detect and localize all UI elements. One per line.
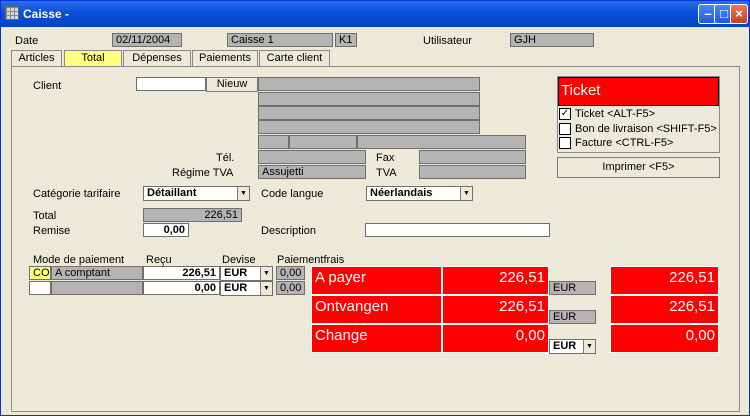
checkbox-icon[interactable] <box>559 123 571 136</box>
payment-row-1-frais: 0,00 <box>276 266 305 280</box>
category-select[interactable]: Détaillant ▼ <box>143 186 250 201</box>
language-select-value: Néerlandais <box>370 187 433 199</box>
change-total: 0,00 <box>610 324 719 353</box>
fax-label: Fax <box>376 152 395 164</box>
regime-tva-field: Assujetti <box>258 165 366 179</box>
window-title: Caisse - <box>23 7 70 21</box>
payment-row-1-code[interactable]: CO <box>29 266 51 280</box>
user-field: GJH <box>510 33 594 47</box>
caisse-window: Caisse - – □ × Date 02/11/2004 Caisse 1 … <box>0 0 750 416</box>
total-field: 226,51 <box>143 208 242 222</box>
user-label: Utilisateur <box>423 35 472 47</box>
payment-row-2-recu[interactable]: 0,00 <box>143 281 220 295</box>
chevron-down-icon: ▼ <box>460 187 472 200</box>
client-address-field-3 <box>258 120 480 134</box>
ticket-option-2-label: Bon de livraison <SHIFT-F5> <box>575 123 717 135</box>
remise-label: Remise <box>33 225 71 237</box>
payment-row-1-recu[interactable]: 226,51 <box>143 266 220 280</box>
tab-depenses[interactable]: Dépenses <box>123 50 191 67</box>
print-button[interactable]: Imprimer <F5> <box>557 157 720 178</box>
ticket-option-2[interactable]: Bon de livraison <SHIFT-F5> <box>559 123 717 137</box>
close-button[interactable]: × <box>730 4 748 24</box>
chevron-down-icon: ▼ <box>260 282 272 295</box>
change-currency-value: EUR <box>553 340 577 352</box>
ticket-option-3-label: Facture <CTRL-F5> <box>575 137 674 149</box>
payment-row-1-mode: A comptant <box>51 266 143 280</box>
ticket-option-1-label: Ticket <ALT-F5> <box>575 108 656 120</box>
tva-field <box>419 165 526 179</box>
payment-row-2-code[interactable] <box>29 281 51 295</box>
language-select[interactable]: Néerlandais ▼ <box>366 186 473 201</box>
a-payer-label: A payer <box>311 266 442 295</box>
client-address-field-1 <box>258 92 480 106</box>
client-zip-field <box>289 135 357 149</box>
col-mode-header: Mode de paiement <box>33 254 125 266</box>
app-grid-icon <box>5 6 19 20</box>
tab-articles[interactable]: Articles <box>11 50 62 67</box>
regime-tva-label: Régime TVA <box>172 167 234 179</box>
nieuw-button[interactable]: Nieuw <box>206 77 258 92</box>
ontvangen-value: 226,51 <box>442 295 549 324</box>
col-recu-header: Reçu <box>146 254 172 266</box>
chevron-down-icon: ▼ <box>583 340 595 353</box>
ticket-panel: Ticket ✓ Ticket <ALT-F5> Bon de livraison… <box>557 76 720 153</box>
description-input[interactable] <box>365 223 550 237</box>
chevron-down-icon: ▼ <box>260 267 272 280</box>
ontvangen-total: 226,51 <box>610 295 719 324</box>
total-label: Total <box>33 210 57 222</box>
checkbox-icon[interactable] <box>559 137 571 150</box>
payment-row-1-devise[interactable]: EUR ▼ <box>220 266 273 281</box>
category-label: Catégorie tarifaire <box>33 188 121 200</box>
ontvangen-label: Ontvangen <box>311 295 442 324</box>
description-label: Description <box>261 225 317 237</box>
date-field: 02/11/2004 <box>112 33 182 47</box>
client-city-field <box>357 135 526 149</box>
client-name-field <box>258 77 480 91</box>
remise-input[interactable]: 0,00 <box>143 223 189 237</box>
client-input[interactable] <box>136 77 206 91</box>
client-address-field-2 <box>258 106 480 120</box>
fax-field <box>419 150 526 164</box>
tel-field <box>258 150 366 164</box>
ontvangen-currency: EUR <box>549 310 596 324</box>
payment-row-2-devise[interactable]: EUR ▼ <box>220 281 273 296</box>
payment-row-2-mode <box>51 281 143 295</box>
ticket-title: Ticket <box>558 77 719 106</box>
chevron-down-icon: ▼ <box>237 187 249 200</box>
change-label: Change <box>311 324 442 353</box>
payment-row-2-frais: 0,00 <box>276 281 305 295</box>
tva-label: TVA <box>376 167 397 179</box>
category-select-value: Détaillant <box>147 187 197 199</box>
a-payer-currency: EUR <box>549 281 596 295</box>
ticket-option-3[interactable]: Facture <CTRL-F5> <box>559 137 673 151</box>
client-label: Client <box>33 80 62 92</box>
change-value: 0,00 <box>442 324 549 353</box>
payment-row-1-devise-value: EUR <box>224 267 248 279</box>
date-label: Date <box>15 35 39 47</box>
a-payer-value: 226,51 <box>442 266 549 295</box>
tab-carte-client[interactable]: Carte client <box>259 50 330 67</box>
payment-row-2-devise-value: EUR <box>224 282 248 294</box>
change-currency-select[interactable]: EUR ▼ <box>549 339 596 354</box>
ticket-option-1[interactable]: ✓ Ticket <ALT-F5> <box>559 108 655 122</box>
tab-paiements[interactable]: Paiements <box>192 50 258 67</box>
col-devise-header: Devise <box>222 254 256 266</box>
checkbox-checked-icon[interactable]: ✓ <box>559 108 571 121</box>
caisse-code-field: K1 <box>335 33 357 47</box>
client-country-field <box>258 135 289 149</box>
caisse-field: Caisse 1 <box>227 33 333 47</box>
a-payer-total: 226,51 <box>610 266 719 295</box>
tab-total[interactable]: Total <box>64 50 122 67</box>
col-frais-header: Paiementfrais <box>277 254 345 266</box>
tel-label: Tél. <box>216 152 235 164</box>
title-bar[interactable]: Caisse - – □ × <box>1 1 749 27</box>
language-label: Code langue <box>261 188 324 200</box>
